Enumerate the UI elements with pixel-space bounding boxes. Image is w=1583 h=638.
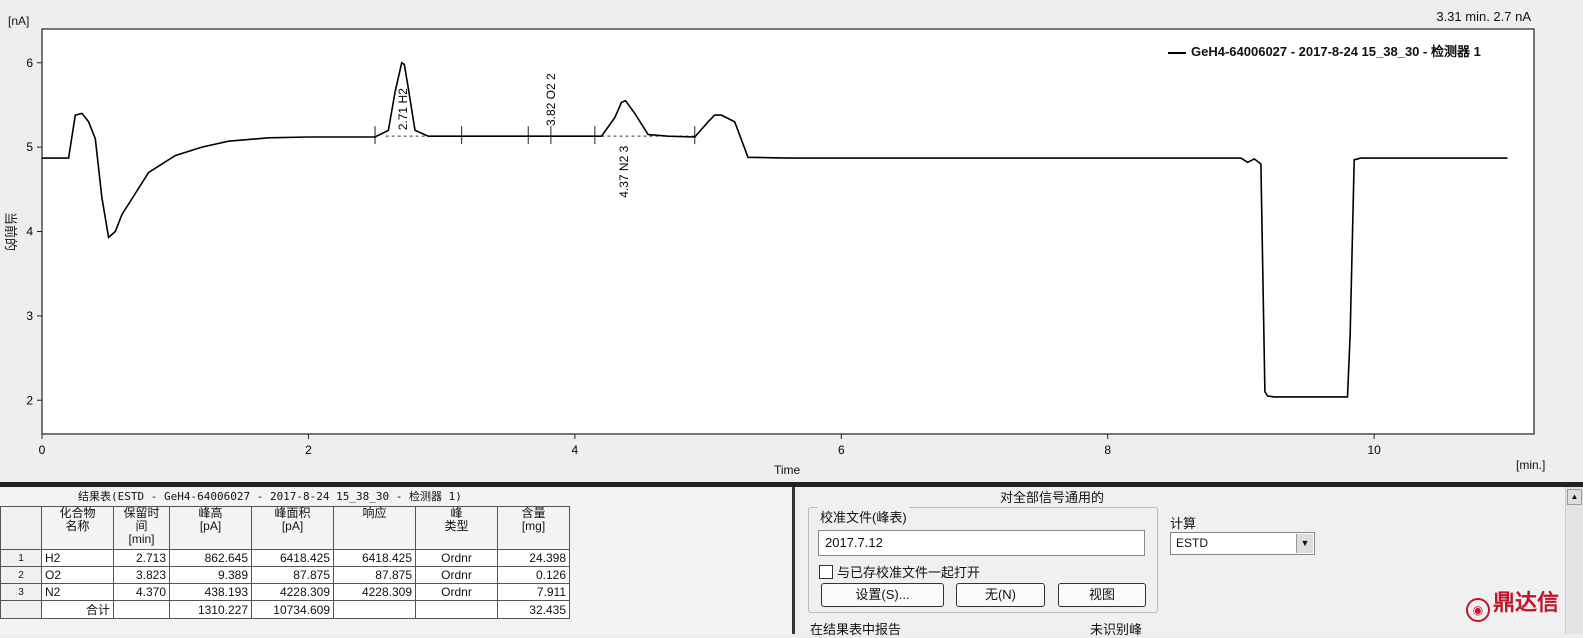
y-tick-label: 4 xyxy=(26,225,33,239)
peak-label: 4.37 N2 3 xyxy=(617,145,631,197)
open-with-saved-calibration-option[interactable]: 与已存校准文件一起打开 xyxy=(819,562,980,581)
cell-peak-height: 9.389 xyxy=(169,566,252,584)
view-button[interactable]: 视图 xyxy=(1058,583,1146,607)
chevron-down-icon[interactable]: ▼ xyxy=(1296,534,1313,553)
cell-compound: O2 xyxy=(41,566,114,584)
x-tick-label: 2 xyxy=(305,443,312,457)
cell-total-label: 合计 xyxy=(41,600,114,619)
cell-total-height: 1310.227 xyxy=(169,600,252,619)
y-axis-unit: [nA] xyxy=(8,14,30,28)
header-response[interactable]: 响应 xyxy=(333,506,416,550)
row-index: 3 xyxy=(0,583,42,601)
x-tick-label: 0 xyxy=(39,443,46,457)
peak-label: 2.71 H2 xyxy=(396,88,410,130)
y-tick-label: 5 xyxy=(26,140,33,154)
cell-retention-time: 4.370 xyxy=(113,583,170,601)
header-amount[interactable]: 含量 [mg] xyxy=(497,506,570,550)
cell-peak-height: 438.193 xyxy=(169,583,252,601)
row-index: 1 xyxy=(0,549,42,567)
table-total-row: 合计 1310.227 10734.609 32.435 xyxy=(0,600,570,619)
cell-total-area: 10734.609 xyxy=(251,600,334,619)
cell-total-amount: 32.435 xyxy=(497,600,570,619)
cursor-readout: 3.31 min. 2.7 nA xyxy=(1436,9,1531,24)
y-axis-title: 当前的 xyxy=(3,211,19,252)
row-index: 2 xyxy=(0,566,42,584)
settings-button[interactable]: 设置(S)... xyxy=(821,583,944,607)
x-axis-unit: [min.] xyxy=(1516,458,1546,472)
cell-peak-area: 4228.309 xyxy=(251,583,334,601)
calculation-select[interactable]: ESTD ▼ xyxy=(1170,532,1315,555)
x-tick-label: 10 xyxy=(1367,443,1381,457)
table-row[interactable]: 3 N2 4.370 438.193 4228.309 4228.309 Ord… xyxy=(0,583,570,601)
calibration-file-input[interactable]: 2017.7.12 xyxy=(818,530,1145,556)
unidentified-peaks-label: 未识别峰 xyxy=(1090,622,1143,637)
calculation-value: ESTD xyxy=(1176,536,1209,550)
cell-retention-time: 3.823 xyxy=(113,566,170,584)
header-peak-height[interactable]: 峰高 [pA] xyxy=(169,506,252,550)
open-with-saved-calibration-checkbox[interactable] xyxy=(819,565,833,579)
calibration-file-group-label: 校准文件(峰表) xyxy=(818,507,909,526)
results-table-title: 结果表(ESTD - GeH4-64006027 - 2017-8-24 15_… xyxy=(78,490,462,503)
checkbox-label: 与已存校准文件一起打开 xyxy=(837,565,981,580)
results-table: 化合物 名称 保留时间 [min] 峰高 [pA] 峰面积 [pA] 响应 峰类型 含量… xyxy=(0,506,570,619)
header-peak-area[interactable]: 峰面积 [pA] xyxy=(251,506,334,550)
x-tick-label: 8 xyxy=(1104,443,1111,457)
scroll-up-icon[interactable]: ▲ xyxy=(1567,489,1582,505)
cell-response: 87.875 xyxy=(333,566,416,584)
cell-peak-area: 87.875 xyxy=(251,566,334,584)
y-tick-label: 3 xyxy=(26,309,33,323)
y-tick-label: 2 xyxy=(26,393,33,407)
cell-compound: N2 xyxy=(41,583,114,601)
legend-label: GeH4-64006027 - 2017-8-24 15_38_30 - 检测器… xyxy=(1191,44,1481,59)
cell-peak-area: 6418.425 xyxy=(251,549,334,567)
plot-area xyxy=(41,28,1535,435)
cell-retention-time: 2.713 xyxy=(113,549,170,567)
header-compound[interactable]: 化合物 名称 xyxy=(41,506,114,550)
report-in-results-label: 在结果表中报告 xyxy=(810,622,902,637)
cell-empty xyxy=(415,600,498,619)
vertical-scrollbar[interactable]: ▲ xyxy=(1565,487,1583,634)
cell-amount: 7.911 xyxy=(497,583,570,601)
cell-peak-type: Ordnr xyxy=(415,566,498,584)
x-tick-label: 4 xyxy=(572,443,579,457)
table-row[interactable]: 2 O2 3.823 9.389 87.875 87.875 Ordnr 0.1… xyxy=(0,566,570,584)
cell-peak-type: Ordnr xyxy=(415,549,498,567)
cell-empty xyxy=(113,600,170,619)
watermark-text: 鼎达信 xyxy=(1492,590,1559,615)
results-panel: 结果表(ESTD - GeH4-64006027 - 2017-8-24 15_… xyxy=(0,487,795,634)
row-index xyxy=(0,600,42,619)
header-retention-time[interactable]: 保留时间 [min] xyxy=(113,506,170,550)
cell-amount: 24.398 xyxy=(497,549,570,567)
calibration-panel-title: 对全部信号通用的 xyxy=(1000,490,1105,505)
row-index-header xyxy=(0,506,42,550)
calibration-panel: 对全部信号通用的 校准文件(峰表) 2017.7.12 与已存校准文件一起打开 … xyxy=(798,487,1583,637)
cell-peak-height: 862.645 xyxy=(169,549,252,567)
cell-compound: H2 xyxy=(41,549,114,567)
chromatogram-chart: 0 2 4 6 8 10 2 3 4 5 6 2.71 H2 3.82 O2 2 4.37 N2 3 xyxy=(26,28,1535,457)
header-peak-type[interactable]: 峰类型 xyxy=(415,506,498,550)
table-row[interactable]: 1 H2 2.713 862.645 6418.425 6418.425 Ord… xyxy=(0,549,570,567)
calculation-label: 计算 xyxy=(1170,516,1197,531)
table-header-row: 化合物 名称 保留时间 [min] 峰高 [pA] 峰面积 [pA] 响应 峰类型 含量… xyxy=(0,506,570,550)
none-button[interactable]: 无(N) xyxy=(956,583,1045,607)
x-tick-label: 6 xyxy=(838,443,845,457)
cell-peak-type: Ordnr xyxy=(415,583,498,601)
watermark-logo-icon: ◉ xyxy=(1465,598,1490,622)
peak-label: 3.82 O2 2 xyxy=(544,73,558,126)
cell-amount: 0.126 xyxy=(497,566,570,584)
cell-response: 4228.309 xyxy=(333,583,416,601)
y-tick-label: 6 xyxy=(26,56,33,70)
watermark: ◉ 鼎达信 xyxy=(1465,585,1559,622)
legend-swatch xyxy=(1168,51,1186,54)
chromatogram-panel: 0 2 4 6 8 10 2 3 4 5 6 2.71 H2 3.82 O2 2 4.37 N2 3 [… xyxy=(0,0,1583,484)
cell-empty xyxy=(333,600,416,619)
x-axis-title: Time xyxy=(774,463,801,477)
cell-response: 6418.425 xyxy=(333,549,416,567)
chart-legend[interactable]: GeH4-64006027 - 2017-8-24 15_38_30 - 检测器… xyxy=(1168,41,1481,60)
